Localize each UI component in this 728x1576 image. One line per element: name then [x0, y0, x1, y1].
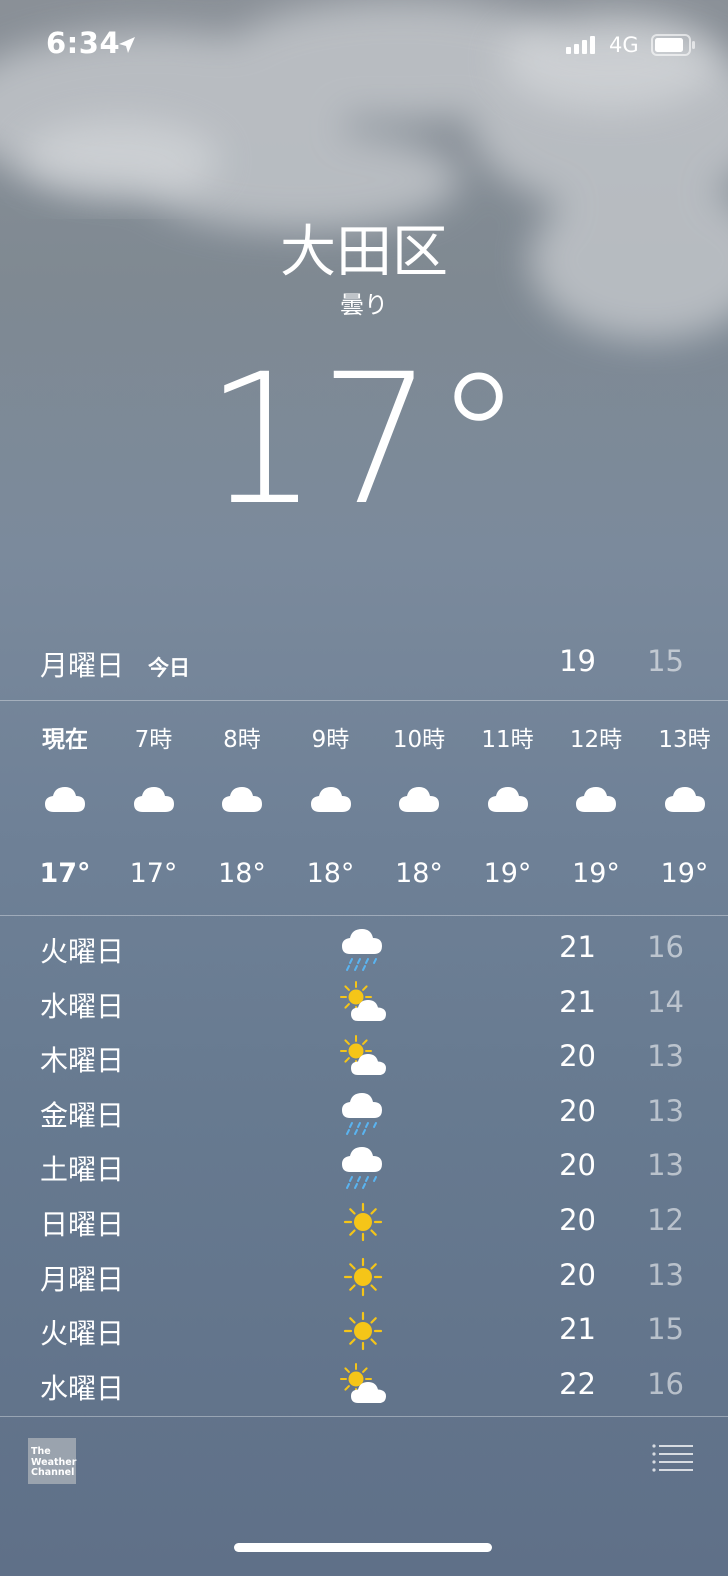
daily-low: 15 — [647, 1312, 684, 1347]
daily-high: 20 — [559, 1039, 596, 1074]
daily-row: 火曜日 21 15 — [0, 1304, 728, 1358]
today-row: 月曜日 今日 19 15 — [0, 636, 728, 688]
divider — [0, 915, 728, 916]
current-temperature: 17° — [204, 336, 524, 545]
partly-sunny-icon — [338, 1033, 390, 1087]
daily-row: 水曜日 21 14 — [0, 977, 728, 1031]
hourly-temp: 19° — [660, 858, 709, 889]
location-arrow-icon — [119, 37, 135, 53]
hourly-time: 13時 — [658, 727, 711, 753]
daily-low: 14 — [647, 984, 684, 1019]
daily-low: 13 — [647, 1039, 684, 1074]
daily-day: 水曜日 — [40, 1371, 125, 1405]
hourly-time: 11時 — [481, 727, 534, 753]
daily-row: 土曜日 20 13 — [0, 1140, 728, 1194]
daily-day: 月曜日 — [40, 1262, 125, 1296]
signal-icon — [566, 36, 595, 54]
today-low: 15 — [647, 644, 684, 678]
condition-text: 曇り — [340, 291, 388, 319]
daily-high: 22 — [559, 1366, 596, 1401]
daily-row: 月曜日 20 13 — [0, 1250, 728, 1304]
daily-high: 20 — [559, 1203, 596, 1237]
daily-day: 日曜日 — [40, 1208, 125, 1241]
daily-high: 21 — [559, 930, 596, 964]
daily-high: 21 — [559, 984, 596, 1019]
daily-day: 火曜日 — [40, 1317, 125, 1351]
daily-row: 火曜日 21 16 — [0, 922, 728, 976]
city-name: 大田区 — [280, 220, 448, 285]
hourly-time: 現在 — [42, 727, 88, 753]
hourly-forecast[interactable]: 現在 17° 7時 17° 8時 18° 9時 18° 10時 18° 11時 19° 12時 19° 13… — [0, 704, 728, 914]
daily-row: 水曜日 22 16 — [0, 1359, 728, 1413]
cloud-icon — [397, 784, 441, 818]
today-tag: 今日 — [148, 656, 190, 680]
hourly-temp: 18° — [218, 858, 266, 889]
partly-sunny-icon — [338, 1361, 390, 1415]
daily-high: 21 — [559, 1312, 596, 1347]
daily-high: 20 — [559, 1093, 596, 1128]
daily-day: 木曜日 — [40, 1044, 125, 1078]
cloud-icon — [43, 784, 87, 818]
status-bar: 6:34 4G — [0, 0, 728, 90]
today-day: 月曜日 — [40, 649, 125, 682]
daily-low: 16 — [647, 930, 684, 964]
daily-low: 13 — [647, 1093, 684, 1128]
home-indicator[interactable] — [234, 1543, 492, 1552]
cloud-icon — [220, 784, 264, 818]
divider — [0, 700, 728, 701]
sun-icon — [338, 1197, 388, 1251]
hourly-time: 9時 — [311, 727, 350, 753]
daily-low: 16 — [647, 1366, 684, 1401]
hourly-temp: 17° — [129, 858, 178, 889]
daily-low: 13 — [647, 1148, 684, 1183]
daily-row: 金曜日 20 13 — [0, 1086, 728, 1140]
daily-row: 日曜日 20 12 — [0, 1195, 728, 1249]
hourly-temp: 17° — [39, 858, 91, 889]
hourly-time: 8時 — [223, 727, 261, 753]
hourly-temp: 19° — [483, 858, 532, 889]
daily-day: 火曜日 — [40, 935, 125, 968]
cloud-icon — [132, 784, 176, 818]
cloud-icon — [486, 784, 530, 818]
hourly-time: 12時 — [569, 727, 623, 753]
hourly-temp: 18° — [395, 858, 443, 889]
rain-cloud-icon — [338, 924, 388, 976]
rain-cloud-icon — [338, 1142, 388, 1194]
daily-low: 12 — [647, 1203, 684, 1237]
battery-icon — [651, 34, 695, 56]
hourly-time: 10時 — [392, 727, 446, 753]
daily-day: 土曜日 — [40, 1153, 125, 1187]
cloud-icon — [309, 784, 353, 818]
daily-high: 20 — [559, 1148, 596, 1183]
daily-row: 木曜日 20 13 — [0, 1031, 728, 1085]
hourly-temp: 19° — [572, 858, 620, 889]
hourly-time: 7時 — [134, 727, 173, 753]
rain-cloud-icon — [338, 1088, 388, 1140]
sun-icon — [338, 1252, 388, 1306]
divider — [0, 1416, 728, 1417]
today-high: 19 — [559, 644, 596, 678]
sun-icon — [338, 1306, 388, 1360]
cloud-icon — [663, 784, 707, 818]
weather-channel-logo[interactable]: The Weather Channel — [28, 1438, 76, 1484]
daily-day: 水曜日 — [40, 989, 125, 1023]
list-icon[interactable] — [652, 1444, 694, 1472]
cloud-icon — [574, 784, 618, 818]
daily-day: 金曜日 — [40, 1098, 125, 1132]
network-type: 4G — [609, 33, 639, 57]
daily-high: 20 — [559, 1257, 596, 1292]
hourly-temp: 18° — [306, 858, 355, 889]
location-header: 大田区 曇り — [0, 218, 728, 320]
partly-sunny-icon — [338, 979, 390, 1033]
status-time: 6:34 — [46, 26, 121, 60]
daily-low: 13 — [647, 1257, 684, 1292]
footer: The Weather Channel — [0, 1418, 728, 1576]
